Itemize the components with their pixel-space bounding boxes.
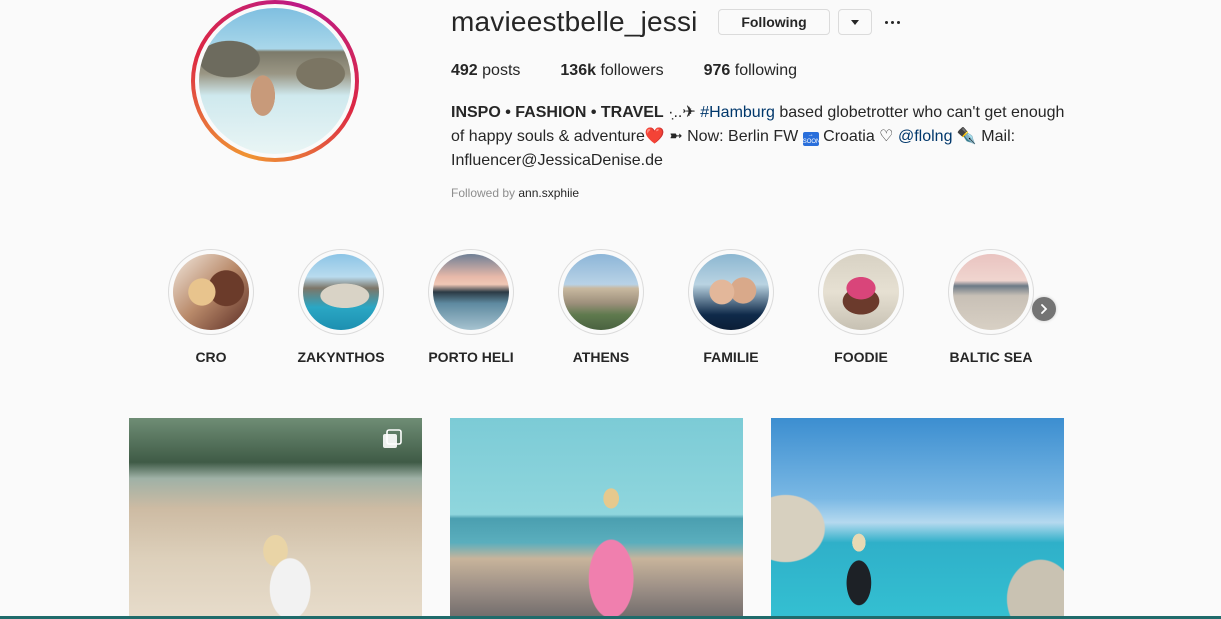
followers-label: followers — [600, 62, 664, 79]
multiple-images-icon — [383, 429, 402, 448]
following-stat[interactable]: 976 following — [704, 62, 797, 80]
more-dot-icon — [896, 20, 900, 24]
highlight-label: ZAKYNTHOS — [297, 349, 385, 365]
posts-label: posts — [482, 62, 521, 79]
hashtag-link[interactable]: #Hamburg — [700, 104, 775, 121]
highlight-label: ATHENS — [572, 349, 630, 365]
highlights-next-button[interactable] — [1032, 297, 1056, 321]
soon-arrow-icon: → SOON — [802, 132, 821, 146]
posts-count: 492 — [451, 62, 478, 79]
following-count: 976 — [703, 62, 731, 79]
post-tile[interactable] — [771, 418, 1064, 619]
highlight-familie[interactable]: FAMILIE — [686, 249, 776, 365]
bio-text: Now: Berlin FW — [687, 128, 803, 145]
avatar-photo — [199, 8, 351, 154]
highlight-cro[interactable]: CRO — [166, 249, 256, 365]
followed-by-user[interactable]: ann.sxphiie — [518, 186, 579, 200]
highlight-label: FOODIE — [834, 349, 888, 365]
highlight-label: FAMILIE — [703, 349, 759, 365]
following-label: following — [734, 62, 798, 79]
profile-username: mavieestbelle_jessi — [451, 6, 698, 37]
arrow-icon: ➼ — [664, 128, 688, 145]
highlight-ring — [688, 249, 774, 335]
highlight-porto-heli[interactable]: PORTO HELI — [426, 249, 516, 365]
highlight-label: PORTO HELI — [428, 349, 514, 365]
highlight-cover — [693, 254, 769, 330]
bio-headline: INSPO • FASHION • TRAVEL — [451, 104, 664, 121]
highlight-foodie[interactable]: FOODIE — [816, 249, 906, 365]
profile-bio: INSPO • FASHION • TRAVEL ·.̣.✈ #Hamburg … — [451, 101, 1071, 173]
followers-count: 136k — [560, 62, 596, 79]
avatar-gap — [195, 4, 355, 158]
chevron-right-icon — [1041, 304, 1048, 314]
highlight-ring — [558, 249, 644, 335]
posts-stat: 492 posts — [451, 62, 520, 80]
post-tile[interactable] — [450, 418, 743, 619]
followed-by[interactable]: Followed by ann.sxphiie — [451, 186, 579, 200]
highlight-cover — [563, 254, 639, 330]
highlight-ring — [168, 249, 254, 335]
highlight-athens[interactable]: ATHENS — [556, 249, 646, 365]
more-dot-icon — [890, 20, 894, 24]
highlight-cover — [823, 254, 899, 330]
highlight-ring — [818, 249, 904, 335]
profile-stats: 492 posts 136k followers 976 following — [451, 62, 837, 80]
highlight-baltic-sea[interactable]: BALTIC SEA — [946, 249, 1036, 365]
followers-stat[interactable]: 136k followers — [560, 62, 663, 80]
heart-icon: ❤️ — [644, 128, 665, 145]
highlight-cover — [433, 254, 509, 330]
followed-by-prefix: Followed by — [451, 186, 519, 200]
bio-sparkle: ·.̣.✈ — [663, 104, 701, 121]
caret-down-icon — [851, 19, 859, 25]
profile-avatar[interactable] — [191, 0, 359, 162]
mention-link[interactable]: @flolng — [898, 128, 953, 145]
highlight-zakynthos[interactable]: ZAKYNTHOS — [296, 249, 386, 365]
highlight-label: BALTIC SEA — [949, 349, 1033, 365]
highlight-cover — [303, 254, 379, 330]
more-options-button[interactable] — [884, 9, 900, 35]
story-highlights: CRO ZAKYNTHOS PORTO HELI ATHENS FAMILIE … — [166, 249, 1056, 369]
highlight-cover — [953, 254, 1029, 330]
more-dot-icon — [884, 20, 888, 24]
following-button[interactable]: Following — [718, 9, 830, 35]
highlight-label: CRO — [195, 349, 227, 365]
post-tile[interactable] — [129, 418, 422, 619]
highlight-ring — [428, 249, 514, 335]
highlight-ring — [948, 249, 1034, 335]
highlight-cover — [173, 254, 249, 330]
highlight-ring — [298, 249, 384, 335]
suggested-accounts-dropdown-button[interactable] — [838, 9, 872, 35]
pen-icon: ✒️ — [952, 128, 982, 145]
bio-text: Croatia ♡ — [818, 128, 898, 145]
